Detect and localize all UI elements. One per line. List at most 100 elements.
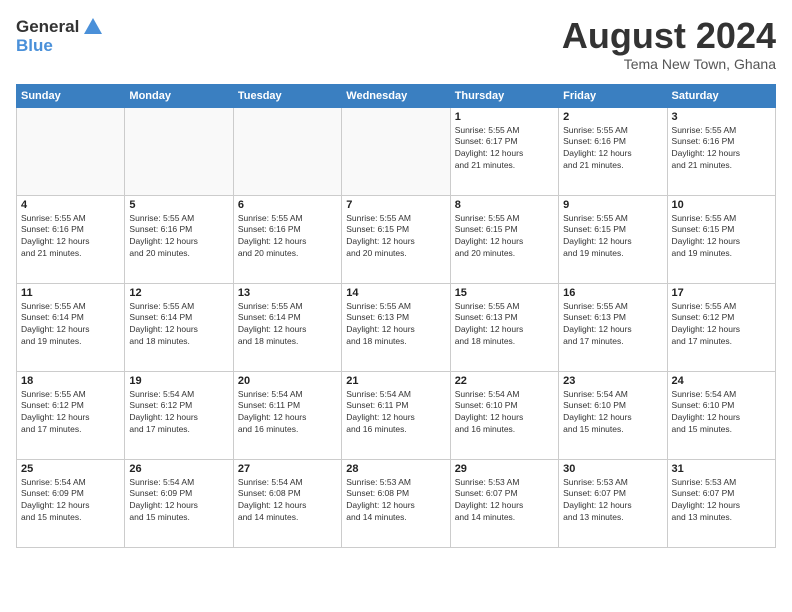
- day-info: Sunrise: 5:55 AM Sunset: 6:16 PM Dayligh…: [672, 125, 771, 173]
- calendar-cell: 3Sunrise: 5:55 AM Sunset: 6:16 PM Daylig…: [667, 107, 775, 195]
- day-info: Sunrise: 5:55 AM Sunset: 6:12 PM Dayligh…: [672, 301, 771, 349]
- day-info: Sunrise: 5:55 AM Sunset: 6:12 PM Dayligh…: [21, 389, 120, 437]
- calendar-cell: 22 Sunrise: 5:54 AM Sunset: 6:10 PM Dayli…: [450, 371, 558, 459]
- day-info: Sunrise: 5:55 AM Sunset: 6:15 PM Dayligh…: [455, 213, 554, 261]
- day-info: Sunrise: 5:54 AM Sunset: 6:11 PM Dayligh…: [238, 389, 337, 437]
- calendar-cell: 10Sunrise: 5:55 AM Sunset: 6:15 PM Dayli…: [667, 195, 775, 283]
- day-number: 11: [21, 287, 120, 299]
- day-number: 4: [21, 199, 120, 211]
- calendar-cell: 20 Sunrise: 5:54 AM Sunset: 6:11 PM Dayli…: [233, 371, 341, 459]
- day-number: 6: [238, 199, 337, 211]
- calendar-cell: 15Sunrise: 5:55 AM Sunset: 6:13 PM Dayli…: [450, 283, 558, 371]
- calendar-cell: 18 Sunrise: 5:55 AM Sunset: 6:12 PM Dayli…: [17, 371, 125, 459]
- calendar-cell: 14 Sunrise: 5:55 AM Sunset: 6:13 PM Dayli…: [342, 283, 450, 371]
- day-info: Sunrise: 5:55 AM Sunset: 6:14 PM Dayligh…: [129, 301, 228, 349]
- day-info: Sunrise: 5:55 AM Sunset: 6:14 PM Dayligh…: [238, 301, 337, 349]
- day-info: Sunrise: 5:54 AM Sunset: 6:10 PM Dayligh…: [563, 389, 662, 437]
- weekday-header-friday: Friday: [559, 84, 667, 107]
- calendar-week-5: 25 Sunrise: 5:54 AM Sunset: 6:09 PM Dayli…: [17, 459, 776, 547]
- calendar-cell: [125, 107, 233, 195]
- calendar-cell: 4 Sunrise: 5:55 AM Sunset: 6:16 PM Daylig…: [17, 195, 125, 283]
- weekday-header-thursday: Thursday: [450, 84, 558, 107]
- calendar-header-row: SundayMondayTuesdayWednesdayThursdayFrid…: [17, 84, 776, 107]
- day-info: Sunrise: 5:55 AM Sunset: 6:15 PM Dayligh…: [563, 213, 662, 261]
- month-title: August 2024: [562, 16, 776, 56]
- logo-blue: Blue: [16, 36, 104, 56]
- day-number: 10: [672, 199, 771, 211]
- day-number: 31: [672, 463, 771, 475]
- day-info: Sunrise: 5:55 AM Sunset: 6:13 PM Dayligh…: [346, 301, 445, 349]
- day-info: Sunrise: 5:55 AM Sunset: 6:16 PM Dayligh…: [21, 213, 120, 261]
- calendar-cell: 16 Sunrise: 5:55 AM Sunset: 6:13 PM Dayli…: [559, 283, 667, 371]
- calendar-table: SundayMondayTuesdayWednesdayThursdayFrid…: [16, 84, 776, 548]
- day-info: Sunrise: 5:55 AM Sunset: 6:16 PM Dayligh…: [563, 125, 662, 173]
- location: Tema New Town, Ghana: [562, 56, 776, 72]
- calendar-cell: 17 Sunrise: 5:55 AM Sunset: 6:12 PM Dayli…: [667, 283, 775, 371]
- day-number: 7: [346, 199, 445, 211]
- weekday-header-saturday: Saturday: [667, 84, 775, 107]
- calendar-cell: 24 Sunrise: 5:54 AM Sunset: 6:10 PM Dayli…: [667, 371, 775, 459]
- title-area: August 2024 Tema New Town, Ghana: [562, 16, 776, 72]
- day-number: 17: [672, 287, 771, 299]
- day-number: 29: [455, 463, 554, 475]
- calendar-cell: 5 Sunrise: 5:55 AM Sunset: 6:16 PM Daylig…: [125, 195, 233, 283]
- calendar-week-1: 1Sunrise: 5:55 AM Sunset: 6:17 PM Daylig…: [17, 107, 776, 195]
- calendar-cell: 11Sunrise: 5:55 AM Sunset: 6:14 PM Dayli…: [17, 283, 125, 371]
- calendar-cell: 23Sunrise: 5:54 AM Sunset: 6:10 PM Dayli…: [559, 371, 667, 459]
- calendar-cell: 29 Sunrise: 5:53 AM Sunset: 6:07 PM Dayli…: [450, 459, 558, 547]
- day-info: Sunrise: 5:53 AM Sunset: 6:07 PM Dayligh…: [455, 477, 554, 525]
- weekday-header-monday: Monday: [125, 84, 233, 107]
- day-info: Sunrise: 5:54 AM Sunset: 6:09 PM Dayligh…: [21, 477, 120, 525]
- calendar-cell: [342, 107, 450, 195]
- calendar-cell: 19Sunrise: 5:54 AM Sunset: 6:12 PM Dayli…: [125, 371, 233, 459]
- calendar-cell: [233, 107, 341, 195]
- day-info: Sunrise: 5:53 AM Sunset: 6:07 PM Dayligh…: [672, 477, 771, 525]
- calendar-cell: 12 Sunrise: 5:55 AM Sunset: 6:14 PM Dayli…: [125, 283, 233, 371]
- day-number: 30: [563, 463, 662, 475]
- day-number: 5: [129, 199, 228, 211]
- day-info: Sunrise: 5:55 AM Sunset: 6:16 PM Dayligh…: [238, 213, 337, 261]
- calendar-cell: [17, 107, 125, 195]
- day-info: Sunrise: 5:54 AM Sunset: 6:10 PM Dayligh…: [455, 389, 554, 437]
- day-info: Sunrise: 5:55 AM Sunset: 6:13 PM Dayligh…: [563, 301, 662, 349]
- calendar-cell: 2Sunrise: 5:55 AM Sunset: 6:16 PM Daylig…: [559, 107, 667, 195]
- calendar-cell: 25 Sunrise: 5:54 AM Sunset: 6:09 PM Dayli…: [17, 459, 125, 547]
- day-number: 12: [129, 287, 228, 299]
- calendar-week-3: 11 Sunrise: 5:55 AM Sunset: 6:14 PM Dayli…: [17, 283, 776, 371]
- calendar-cell: 6 Sunrise: 5:55 AM Sunset: 6:16 PM Daylig…: [233, 195, 341, 283]
- day-info: Sunrise: 5:54 AM Sunset: 6:08 PM Dayligh…: [238, 477, 337, 525]
- logo: General Blue: [16, 16, 104, 56]
- calendar-cell: 9 Sunrise: 5:55 AM Sunset: 6:15 PM Daylig…: [559, 195, 667, 283]
- day-number: 16: [563, 287, 662, 299]
- day-number: 19: [129, 375, 228, 387]
- day-number: 24: [672, 375, 771, 387]
- weekday-header-sunday: Sunday: [17, 84, 125, 107]
- day-info: Sunrise: 5:54 AM Sunset: 6:10 PM Dayligh…: [672, 389, 771, 437]
- day-number: 28: [346, 463, 445, 475]
- page-header: General Blue August 2024 Tema New Town, …: [16, 16, 776, 72]
- day-number: 18: [21, 375, 120, 387]
- day-info: Sunrise: 5:55 AM Sunset: 6:17 PM Dayligh…: [455, 125, 554, 173]
- calendar-cell: 26Sunrise: 5:54 AM Sunset: 6:09 PM Dayli…: [125, 459, 233, 547]
- day-number: 20: [238, 375, 337, 387]
- calendar-cell: 27Sunrise: 5:54 AM Sunset: 6:08 PM Dayli…: [233, 459, 341, 547]
- day-number: 8: [455, 199, 554, 211]
- calendar-cell: 7 Sunrise: 5:55 AM Sunset: 6:15 PM Daylig…: [342, 195, 450, 283]
- day-number: 14: [346, 287, 445, 299]
- calendar-cell: 31 Sunrise: 5:53 AM Sunset: 6:07 PM Dayli…: [667, 459, 775, 547]
- day-info: Sunrise: 5:54 AM Sunset: 6:09 PM Dayligh…: [129, 477, 228, 525]
- day-number: 9: [563, 199, 662, 211]
- day-number: 25: [21, 463, 120, 475]
- calendar-cell: 28 Sunrise: 5:53 AM Sunset: 6:08 PM Dayli…: [342, 459, 450, 547]
- calendar-cell: 21Sunrise: 5:54 AM Sunset: 6:11 PM Dayli…: [342, 371, 450, 459]
- day-info: Sunrise: 5:53 AM Sunset: 6:08 PM Dayligh…: [346, 477, 445, 525]
- day-info: Sunrise: 5:55 AM Sunset: 6:16 PM Dayligh…: [129, 213, 228, 261]
- weekday-header-tuesday: Tuesday: [233, 84, 341, 107]
- page-container: General Blue August 2024 Tema New Town, …: [0, 0, 792, 556]
- day-info: Sunrise: 5:55 AM Sunset: 6:15 PM Dayligh…: [346, 213, 445, 261]
- day-number: 22: [455, 375, 554, 387]
- logo-icon: [82, 16, 104, 38]
- day-number: 13: [238, 287, 337, 299]
- day-number: 21: [346, 375, 445, 387]
- day-info: Sunrise: 5:55 AM Sunset: 6:13 PM Dayligh…: [455, 301, 554, 349]
